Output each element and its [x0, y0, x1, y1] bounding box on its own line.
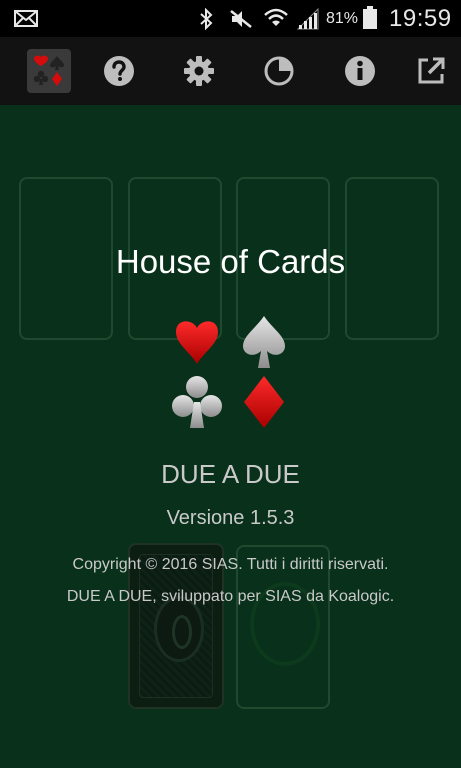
battery-icon — [363, 6, 377, 29]
app-name: DUE A DUE — [161, 459, 300, 489]
help-icon — [104, 56, 134, 86]
share-button[interactable] — [409, 49, 453, 93]
game-icon — [33, 55, 64, 86]
developer-credit: DUE A DUE, sviluppato per SIAS da Koalog… — [66, 588, 395, 605]
diamond-icon — [244, 376, 284, 428]
game-button[interactable] — [27, 49, 71, 93]
toolbar — [0, 37, 461, 105]
share-icon — [418, 57, 445, 84]
wifi-icon — [264, 8, 288, 26]
signal-icon — [296, 8, 319, 30]
version-label: Versione 1.5.3 — [166, 507, 295, 529]
copyright-text: Copyright © 2016 SIAS. Tutti i diritti r… — [72, 556, 389, 573]
info-icon — [345, 56, 375, 86]
mute-icon — [230, 10, 252, 28]
stats-button[interactable] — [257, 49, 301, 93]
spade-icon — [243, 316, 285, 368]
settings-icon — [184, 56, 214, 86]
game-title: House of Cards — [115, 243, 346, 280]
status-bar: 81% 19:59 — [0, 0, 461, 37]
bluetooth-icon — [200, 8, 213, 30]
clock: 19:59 — [389, 5, 452, 32]
settings-button[interactable] — [177, 49, 221, 93]
club-icon — [172, 376, 222, 428]
heart-icon — [176, 321, 218, 364]
mail-icon — [14, 10, 38, 27]
info-button[interactable] — [338, 49, 382, 93]
stats-icon — [264, 56, 294, 86]
suits-logo — [168, 314, 292, 430]
help-button[interactable] — [97, 49, 141, 93]
battery-percent: 81% — [326, 10, 359, 27]
